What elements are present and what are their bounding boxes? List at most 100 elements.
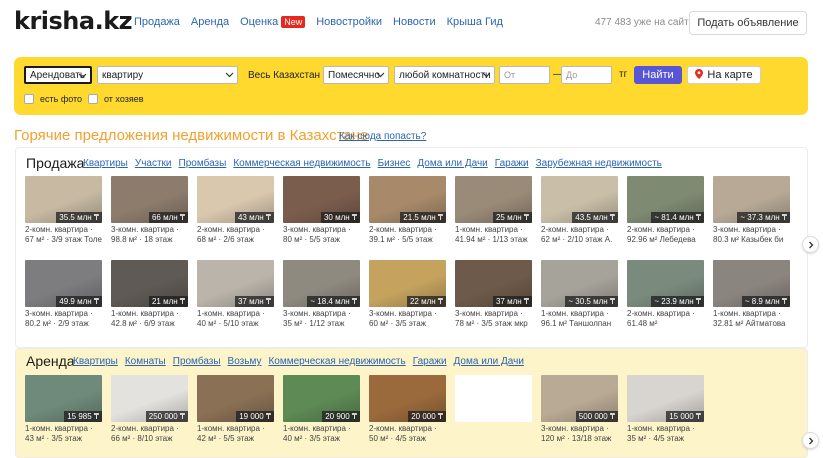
nav-krisha-guide[interactable]: Крыша Гид xyxy=(447,16,503,28)
listing-card[interactable]: 43 млн ₸ 2-комн. квартира · 68 м² · 2/6 э… xyxy=(197,176,274,245)
sale-link[interactable]: Зарубежная недвижимость xyxy=(536,158,662,169)
rooms-select[interactable]: любой комнатности xyxy=(394,66,495,84)
sale-link[interactable]: Промбазы xyxy=(179,158,227,169)
listing-photo[interactable]: 20 900 ₸ xyxy=(283,375,360,422)
listing-photo[interactable]: ~ 8.9 млн ₸ xyxy=(713,260,790,307)
listing-card[interactable]: ~ 18.4 млн ₸ 3-комн. квартира · 35 м² · 1… xyxy=(283,260,360,329)
listing-photo[interactable]: 22 млн ₸ xyxy=(369,260,446,307)
sale-link[interactable]: Коммерческая недвижимость xyxy=(233,158,370,169)
listing-photo[interactable]: ~ 30.5 млн ₸ xyxy=(541,260,618,307)
rent-link[interactable]: Промбазы xyxy=(173,356,221,367)
listing-photo[interactable]: ~ 37.3 млн ₸ xyxy=(713,176,790,223)
listing-photo[interactable]: 15 000 ₸ xyxy=(627,375,704,422)
listing-description[interactable]: 1-комн. квартира · 35 м² · 4/5 этаж xyxy=(627,424,704,444)
listing-photo[interactable]: 250 000 ₸ xyxy=(111,375,188,422)
listing-card[interactable]: 19 000 ₸ 1-комн. квартира · 42 м² · 5/5 э… xyxy=(197,375,274,444)
post-ad-button[interactable]: Подать объявление xyxy=(689,11,807,35)
listing-card[interactable]: 15 000 ₸ 1-комн. квартира · 35 м² · 4/5 э… xyxy=(627,375,704,444)
listing-card[interactable]: ~ 81.4 млн ₸ 2-комн. квартира · 92.96 м² … xyxy=(627,176,704,245)
listing-description[interactable] xyxy=(455,424,532,444)
sale-link[interactable]: Бизнес xyxy=(378,158,411,169)
sale-link[interactable]: Квартиры xyxy=(83,158,128,169)
listing-description[interactable]: 1-комн. квартира · 40 м² · 5/10 этаж Тур… xyxy=(197,309,274,329)
listing-photo[interactable]: 500 000 ₸ xyxy=(541,375,618,422)
sale-link[interactable]: Участки xyxy=(135,158,172,169)
listing-photo[interactable]: 66 млн ₸ xyxy=(111,176,188,223)
listing-card[interactable]: ~ 37.3 млн ₸ 3-комн. квартира · 80.3 м² К… xyxy=(713,176,790,245)
listing-description[interactable]: 2-комн. квартира · 62 м² · 2/10 этаж А. xyxy=(541,225,618,245)
listing-photo[interactable]: 25 млн ₸ xyxy=(455,176,532,223)
listing-description[interactable]: 3-комн. квартира · 60 м² · 3/5 этаж xyxy=(369,309,446,329)
listing-card[interactable]: 22 млн ₸ 3-комн. квартира · 60 м² · 3/5 э… xyxy=(369,260,446,329)
listing-card[interactable]: 20 000 ₸ 2-комн. квартира · 50 м² · 4/5 э… xyxy=(369,375,446,444)
listing-description[interactable]: 2-комн. квартира · 39.1 м² · 5/5 этаж xyxy=(369,225,446,245)
rent-link[interactable]: Комнаты xyxy=(125,356,166,367)
listing-description[interactable]: 2-комн. квартира · 61.48 м² xyxy=(627,309,704,329)
listing-description[interactable]: 3-комн. квартира · 80.3 м² Казыбек би xyxy=(713,225,790,245)
checkbox-box[interactable] xyxy=(24,94,34,104)
listing-photo[interactable]: ~ 81.4 млн ₸ xyxy=(627,176,704,223)
from-owner-checkbox[interactable]: от хозяев xyxy=(88,94,144,104)
with-photo-checkbox[interactable]: есть фото xyxy=(24,94,82,104)
listing-card[interactable]: 37 млн ₸ 1-комн. квартира · 40 м² · 5/10 … xyxy=(197,260,274,329)
listing-description[interactable]: 3-комн. квартира · 35 м² · 1/12 этаж Хус… xyxy=(283,309,360,329)
listing-description[interactable]: 1-комн. квартира · 96.1 м² Таншолпан xyxy=(541,309,618,329)
region-select[interactable]: Весь Казахстан xyxy=(248,70,330,81)
listing-photo[interactable]: ~ 18.4 млн ₸ xyxy=(283,260,360,307)
listing-description[interactable]: 1-комн. квартира · 40 м² · 3/5 этаж xyxy=(283,424,360,444)
sale-link[interactable]: Дома или Дачи xyxy=(417,158,487,169)
listing-description[interactable]: 1-комн. квартира · 41.94 м² · 1/13 этаж xyxy=(455,225,532,245)
nav-news[interactable]: Новости xyxy=(393,16,436,28)
price-from-input[interactable]: От xyxy=(499,66,550,84)
listing-description[interactable]: 2-комн. квартира · 66 м² · 8/10 этаж xyxy=(111,424,188,444)
how-to-get-here-link[interactable]: Как сюда попасть? xyxy=(339,131,426,142)
listing-description[interactable]: 3-комн. квартира · 78 м² · 3/5 этаж мкр xyxy=(455,309,532,329)
listing-photo[interactable]: 37 млн ₸ xyxy=(197,260,274,307)
listing-card[interactable]: 20 900 ₸ 1-комн. квартира · 40 м² · 3/5 э… xyxy=(283,375,360,444)
listing-photo[interactable]: 15 985 ₸ xyxy=(25,375,102,422)
rent-link[interactable]: Коммерческая недвижимость xyxy=(268,356,405,367)
map-button[interactable]: На карте xyxy=(687,66,761,84)
listing-card[interactable]: ~ 23.9 млн ₸ 2-комн. квартира · 61.48 м² xyxy=(627,260,704,329)
listing-description[interactable]: 2-комн. квартира · 68 м² · 2/6 этаж Алих… xyxy=(197,225,274,245)
listing-description[interactable]: 3-комн. квартира · 98.8 м² · 18 этаж xyxy=(111,225,188,245)
listing-photo[interactable]: ~ 23.9 млн ₸ xyxy=(627,260,704,307)
listing-photo[interactable] xyxy=(455,375,532,422)
listing-card[interactable]: 15 985 ₸ 1-комн. квартира · 43 м² · 3/5 э… xyxy=(25,375,102,444)
rent-period-select[interactable]: Помесячно xyxy=(323,66,389,84)
listing-card[interactable]: ~ 8.9 млн ₸ 1-комн. квартира · 32.81 м² А… xyxy=(713,260,790,329)
listing-card[interactable]: 250 000 ₸ 2-комн. квартира · 66 м² · 8/10… xyxy=(111,375,188,444)
listing-card[interactable]: 37 млн ₸ 3-комн. квартира · 78 м² · 3/5 э… xyxy=(455,260,532,329)
listing-photo[interactable]: 37 млн ₸ xyxy=(455,260,532,307)
listing-description[interactable]: 1-комн. квартира · 32.81 м² Айтматова xyxy=(713,309,790,329)
next-arrow-button[interactable] xyxy=(802,432,819,449)
listing-description[interactable]: 1-комн. квартира · 42 м² · 5/5 этаж xyxy=(197,424,274,444)
property-type-select[interactable]: квартиру xyxy=(97,66,238,84)
listing-photo[interactable]: 43.5 млн ₸ xyxy=(541,176,618,223)
listing-description[interactable]: 2-комн. квартира · 92.96 м² Лебедева xyxy=(627,225,704,245)
listing-description[interactable]: 1-комн. квартира · 43 м² · 3/5 этаж xyxy=(25,424,102,444)
listing-card[interactable]: 21 млн ₸ 1-комн. квартира · 42.8 м² · 6/9… xyxy=(111,260,188,329)
listing-photo[interactable]: 49.9 млн ₸ xyxy=(25,260,102,307)
listing-card[interactable]: 35.5 млн ₸ 2-комн. квартира · 67 м² · 3/9… xyxy=(25,176,102,245)
site-logo[interactable]: krisha.kz xyxy=(14,7,133,35)
listing-card[interactable]: 21.5 млн ₸ 2-комн. квартира · 39.1 м² · 5… xyxy=(369,176,446,245)
listing-card[interactable]: 30 млн ₸ 3-комн. квартира · 80 м² · 5/5 э… xyxy=(283,176,360,245)
listing-description[interactable]: 3-комн. квартира · 120 м² · 13/18 этаж xyxy=(541,424,618,444)
rent-link[interactable]: Возьму xyxy=(228,356,262,367)
listing-card[interactable]: 25 млн ₸ 1-комн. квартира · 41.94 м² · 1/… xyxy=(455,176,532,245)
nav-valuation[interactable]: Оценка New xyxy=(240,16,306,28)
deal-type-select[interactable]: Арендовать xyxy=(24,66,92,84)
find-button[interactable]: Найти xyxy=(634,66,682,84)
next-arrow-button[interactable] xyxy=(802,236,819,253)
rent-link[interactable]: Дома или Дачи xyxy=(454,356,524,367)
listing-photo[interactable]: 19 000 ₸ xyxy=(197,375,274,422)
listing-description[interactable]: 1-комн. квартира · 42.8 м² · 6/9 этаж Е-… xyxy=(111,309,188,329)
nav-sale[interactable]: Продажа xyxy=(134,16,180,28)
listing-photo[interactable]: 21.5 млн ₸ xyxy=(369,176,446,223)
listing-description[interactable]: 2-комн. квартира · 67 м² · 3/9 этаж Толе… xyxy=(25,225,102,245)
listing-card[interactable]: 43.5 млн ₸ 2-комн. квартира · 62 м² · 2/1… xyxy=(541,176,618,245)
listing-photo[interactable]: 43 млн ₸ xyxy=(197,176,274,223)
sale-link[interactable]: Гаражи xyxy=(495,158,529,169)
listing-description[interactable]: 3-комн. квартира · 80 м² · 5/5 этаж Абая xyxy=(283,225,360,245)
